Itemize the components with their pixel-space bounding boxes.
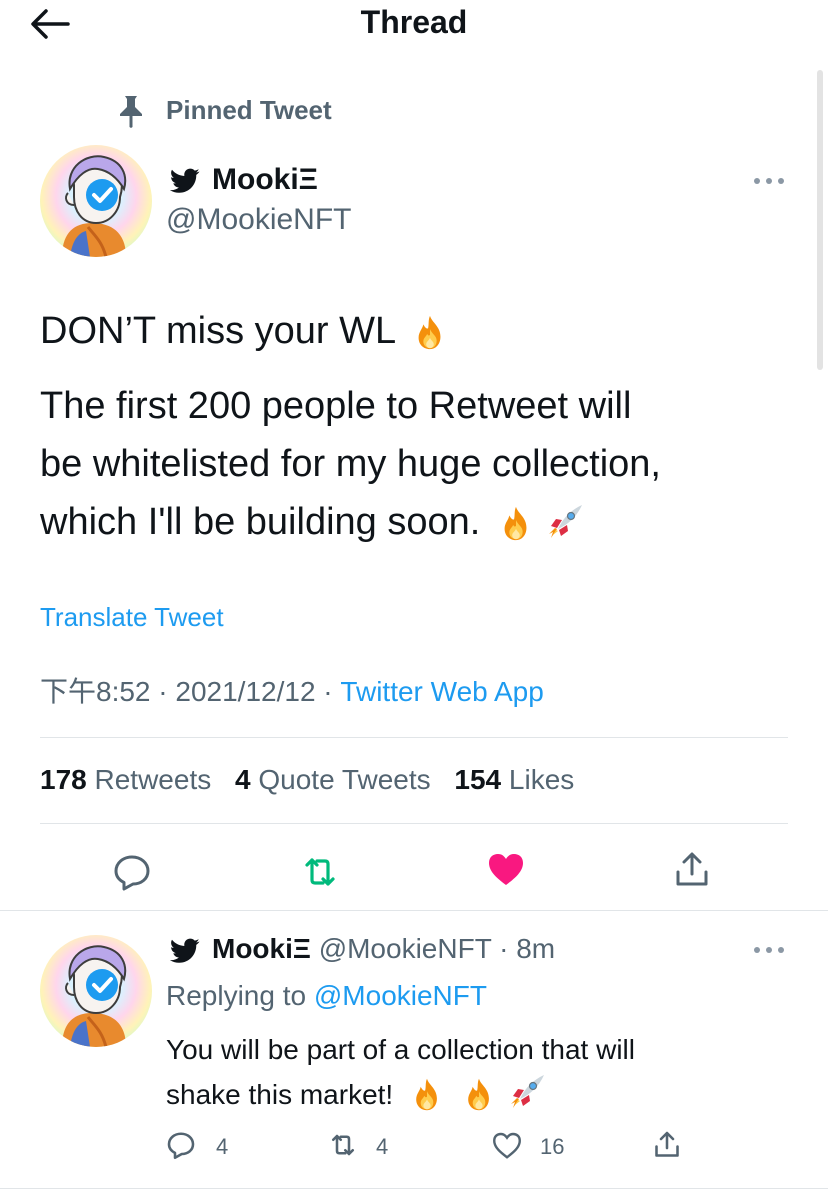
divider [40, 823, 788, 824]
reply-author-name[interactable]: MookiΞ [212, 933, 311, 964]
author-handle[interactable]: @MookieNFT [166, 203, 351, 237]
fire-emoji-icon [409, 1076, 445, 1112]
share-icon[interactable] [672, 850, 712, 890]
more-options-icon[interactable] [752, 945, 786, 955]
fire-emoji-icon [411, 313, 449, 351]
tweet-date[interactable]: 2021/12/12 [175, 676, 315, 707]
reply-header: MookiΞ @MookieNFT · 8m [212, 933, 556, 964]
like-icon[interactable] [492, 1131, 522, 1161]
reply-author-handle[interactable]: @MookieNFT [319, 933, 492, 964]
translate-tweet-link[interactable]: Translate Tweet [40, 602, 224, 633]
reply-time[interactable]: 8m [516, 933, 555, 964]
reply-avatar[interactable] [40, 935, 152, 1047]
avatar[interactable] [40, 145, 152, 257]
tweet-meta: 下午8:52 · 2021/12/12 · Twitter Web App [40, 676, 544, 707]
retweet-icon[interactable] [300, 852, 340, 892]
share-icon[interactable] [652, 1130, 682, 1160]
reply-count: 4 [216, 1134, 229, 1159]
like-count: 16 [540, 1134, 565, 1159]
divider [0, 1188, 828, 1189]
tweet-text-line: be whitelisted for my huge collection, [40, 443, 661, 485]
tweet-time[interactable]: 下午8:52 [40, 676, 151, 707]
divider [0, 910, 828, 911]
replying-to: Replying to @MookieNFT [166, 980, 487, 1011]
page-title: Thread [360, 4, 468, 40]
divider [40, 737, 788, 738]
pin-icon [120, 96, 142, 128]
retweet-count: 4 [376, 1134, 389, 1159]
rocket-emoji-icon [507, 1072, 547, 1112]
retweets-stat[interactable]: 178 Retweets [40, 764, 211, 795]
replying-to-link[interactable]: @MookieNFT [314, 980, 487, 1011]
quote-tweets-stat[interactable]: 4 Quote Tweets [235, 764, 431, 795]
twitter-bird-icon [170, 168, 200, 194]
tweet-source-link[interactable]: Twitter Web App [340, 676, 543, 707]
tweet-text-line: which I'll be building soon. [40, 493, 585, 551]
reply-text-line: shake this market! [166, 1072, 547, 1115]
reply-icon[interactable] [166, 1130, 196, 1160]
twitter-bird-icon [170, 938, 200, 964]
more-options-icon[interactable] [752, 176, 786, 186]
reply-icon[interactable] [112, 852, 152, 892]
retweet-icon[interactable] [328, 1130, 358, 1160]
fire-emoji-icon [461, 1076, 497, 1112]
tweet-text-line: DON’T miss your WL [40, 302, 449, 360]
like-icon[interactable] [486, 850, 526, 890]
pinned-label: Pinned Tweet [166, 95, 332, 125]
fire-emoji-icon [497, 504, 535, 542]
scrollbar[interactable] [817, 70, 823, 370]
author-name[interactable]: MookiΞ [212, 163, 318, 197]
reply-text-line: You will be part of a collection that wi… [166, 1034, 635, 1065]
tweet-text-line: The first 200 people to Retweet will [40, 385, 632, 427]
likes-stat[interactable]: 154 Likes [454, 764, 574, 795]
tweet-stats: 178 Retweets 4 Quote Tweets 154 Likes [40, 764, 574, 796]
rocket-emoji-icon [545, 502, 585, 542]
